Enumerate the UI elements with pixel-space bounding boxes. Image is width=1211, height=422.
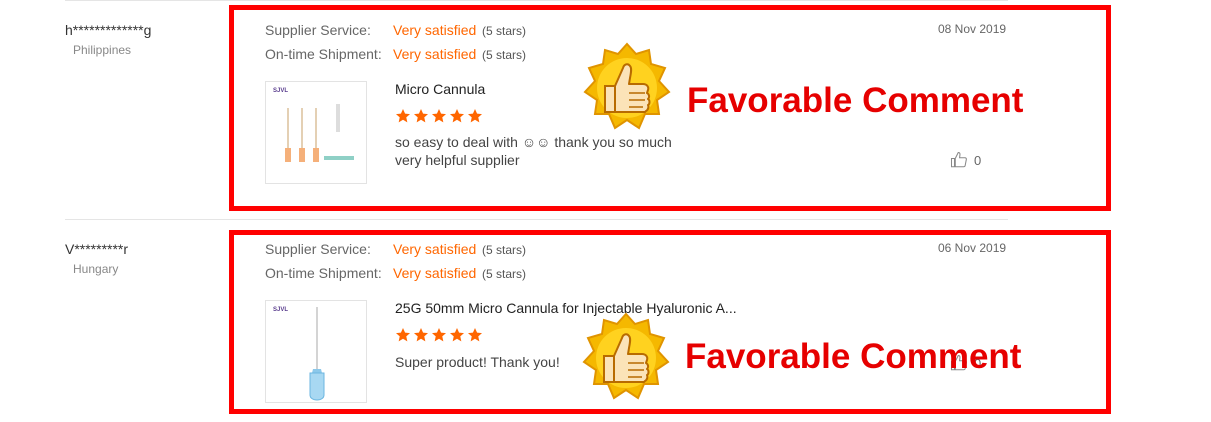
- reviewer-country: Hungary: [73, 262, 119, 276]
- highlight-box: [229, 230, 1111, 414]
- favorable-comment-badge: Favorable Comment: [687, 81, 1024, 120]
- top-divider: [65, 0, 1008, 1]
- review-divider: [65, 219, 1008, 220]
- reviewer-name: V*********r: [65, 241, 129, 257]
- thumbs-up-badge-icon: [583, 42, 671, 130]
- favorable-comment-badge: Favorable Comment: [685, 337, 1022, 376]
- thumbs-up-badge-icon: [582, 312, 670, 400]
- reviewer-name: h*************g: [65, 22, 152, 38]
- reviewer-country: Philippines: [73, 43, 132, 57]
